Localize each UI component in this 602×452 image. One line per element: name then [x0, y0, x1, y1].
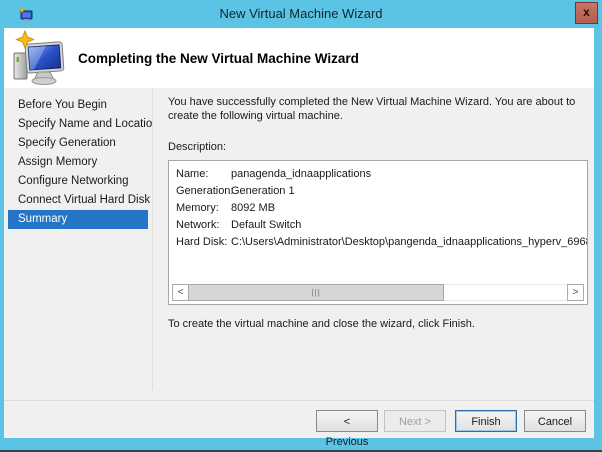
vm-summary-box: Name: panagenda_idnaapplications Generat…	[168, 160, 588, 305]
description-label: Description:	[168, 141, 594, 153]
finish-button[interactable]: Finish	[455, 410, 517, 432]
sidebar-item-configure-networking[interactable]: Configure Networking	[4, 172, 152, 191]
row-label: Generation:	[176, 183, 231, 200]
scroll-right-arrow-icon[interactable]: >	[567, 284, 584, 301]
new-vm-icon	[11, 30, 69, 86]
client-area: Completing the New Virtual Machine Wizar…	[4, 28, 594, 438]
summary-row-generation: Generation: Generation 1	[169, 183, 587, 200]
title-bar: New Virtual Machine Wizard x	[0, 0, 602, 28]
horizontal-scrollbar: < ||| >	[172, 284, 584, 301]
summary-row-memory: Memory: 8092 MB	[169, 200, 587, 217]
wizard-window: New Virtual Machine Wizard x	[0, 0, 602, 452]
page-title: Completing the New Virtual Machine Wizar…	[78, 28, 359, 88]
next-button: Next >	[384, 410, 446, 432]
sidebar-item-assign-memory[interactable]: Assign Memory	[4, 153, 152, 172]
cancel-button[interactable]: Cancel	[524, 410, 586, 432]
sidebar-item-before-you-begin[interactable]: Before You Begin	[4, 96, 152, 115]
intro-text: You have successfully completed the New …	[168, 95, 594, 123]
sidebar-item-specify-name-location[interactable]: Specify Name and Location	[4, 115, 152, 134]
previous-button[interactable]: < Previous	[316, 410, 378, 432]
row-label: Name:	[176, 166, 231, 183]
summary-content: You have successfully completed the New …	[168, 88, 594, 330]
summary-row-network: Network: Default Switch	[169, 217, 587, 234]
row-label: Hard Disk:	[176, 234, 231, 251]
row-label: Memory:	[176, 200, 231, 217]
scrollbar-track[interactable]	[444, 284, 567, 301]
wizard-header: Completing the New Virtual Machine Wizar…	[4, 28, 594, 88]
scroll-left-arrow-icon[interactable]: <	[172, 284, 189, 301]
row-value: Default Switch	[231, 217, 587, 234]
sidebar-divider	[152, 88, 153, 390]
row-label: Network:	[176, 217, 231, 234]
summary-row-name: Name: panagenda_idnaapplications	[169, 166, 587, 183]
window-title: New Virtual Machine Wizard	[0, 0, 602, 28]
finish-hint-text: To create the virtual machine and close …	[168, 318, 594, 330]
button-row-separator	[4, 400, 594, 401]
sidebar-item-connect-virtual-hard-disk[interactable]: Connect Virtual Hard Disk	[4, 191, 152, 210]
row-value: 8092 MB	[231, 200, 587, 217]
sidebar-item-specify-generation[interactable]: Specify Generation	[4, 134, 152, 153]
row-value: panagenda_idnaapplications	[231, 166, 587, 183]
scrollbar-thumb[interactable]: |||	[189, 284, 444, 301]
sidebar-item-summary[interactable]: Summary	[8, 210, 148, 229]
wizard-steps-sidebar: Before You Begin Specify Name and Locati…	[4, 96, 152, 229]
summary-row-hard-disk: Hard Disk: C:\Users\Administrator\Deskto…	[169, 234, 587, 251]
row-value: Generation 1	[231, 183, 587, 200]
close-button[interactable]: x	[575, 2, 598, 24]
row-value: C:\Users\Administrator\Desktop\pangenda_…	[231, 234, 587, 251]
